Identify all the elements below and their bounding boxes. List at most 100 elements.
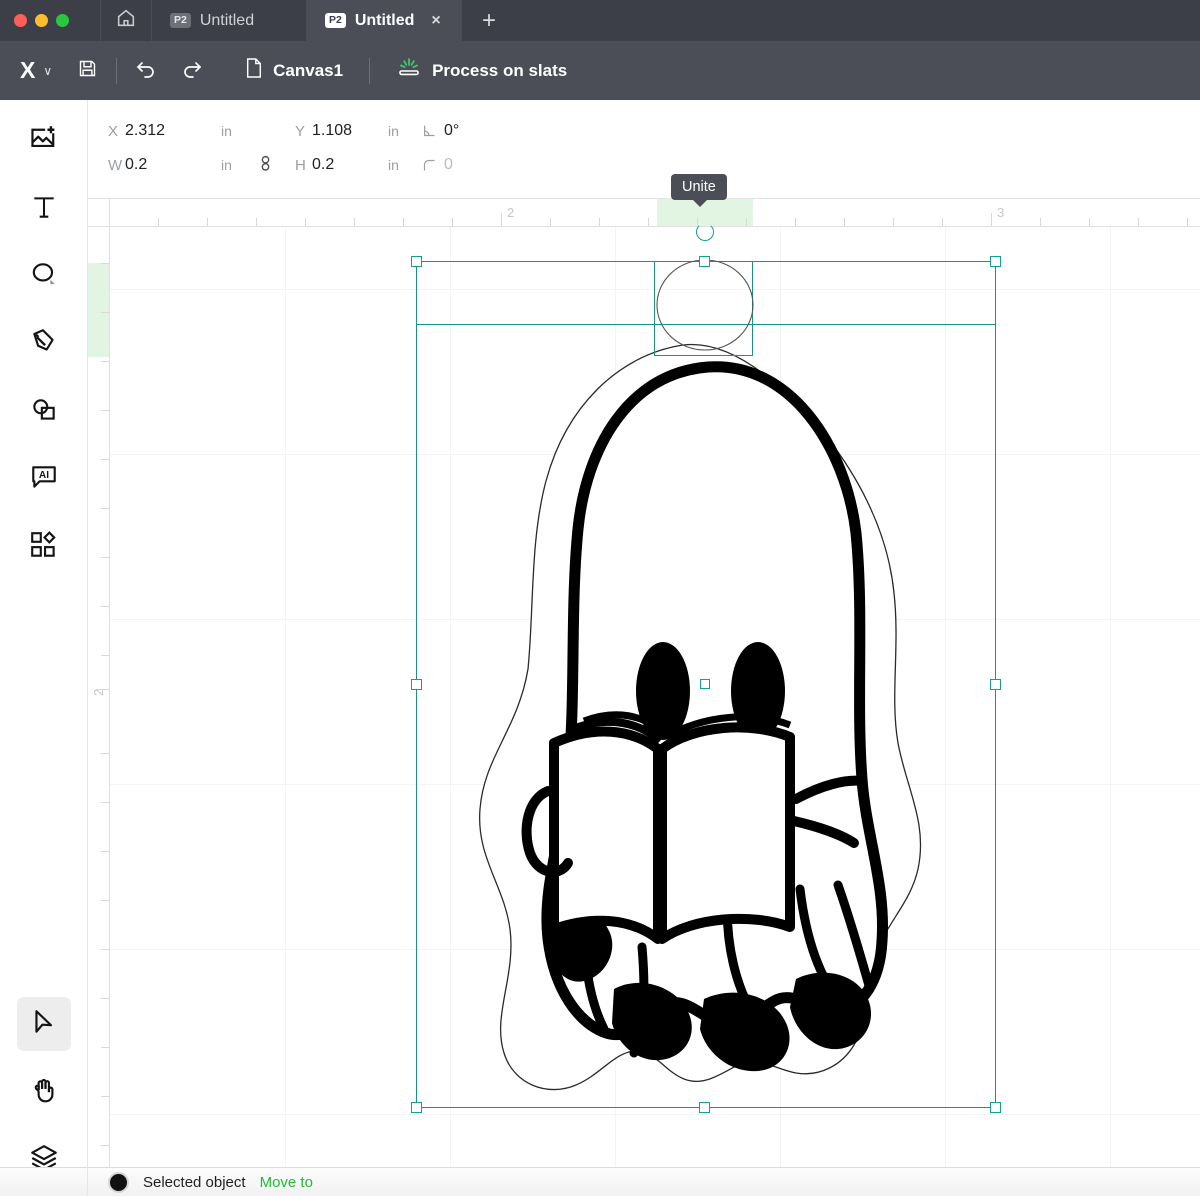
resize-handle-s[interactable] xyxy=(699,1102,710,1113)
chevron-down-icon: ∨ xyxy=(43,63,53,78)
center-anchor-handle[interactable] xyxy=(700,679,710,689)
document-icon xyxy=(245,57,263,84)
resize-handle-n[interactable] xyxy=(699,256,710,267)
w-label: W xyxy=(108,156,123,174)
resize-handle-se[interactable] xyxy=(990,1102,1001,1113)
rotate-handle-icon[interactable] xyxy=(696,223,714,241)
text-icon xyxy=(30,193,58,226)
application-window: P2 Untitled P2 Untitled × + X ∨ Canvas1 … xyxy=(0,0,1200,1196)
properties-toolbar: X 2.312 in Y 1.108 in 0° W 0.2 in H 0.2 … xyxy=(0,100,1200,278)
horizontal-ruler[interactable]: 2 3 xyxy=(88,199,1200,227)
h-label: H xyxy=(295,156,306,174)
library-icon xyxy=(29,530,59,565)
svg-text:AI: AI xyxy=(39,470,49,481)
corner-radius-field[interactable]: 0 xyxy=(444,156,453,174)
grid-line xyxy=(285,227,286,1167)
resize-handle-sw[interactable] xyxy=(411,1102,422,1113)
grid-line xyxy=(1110,227,1111,1167)
size-row: W 0.2 in H 0.2 in 0 xyxy=(108,148,459,182)
undo-button[interactable] xyxy=(123,48,169,94)
rotation-field[interactable]: 0° xyxy=(444,122,459,140)
sidebar-item-pan[interactable] xyxy=(17,1065,71,1119)
canvas-selector[interactable]: Canvas1 xyxy=(231,57,357,84)
traffic-lights xyxy=(0,0,100,41)
ruler-highlight-v xyxy=(88,263,109,357)
process-on-slats-button[interactable]: Process on slats xyxy=(382,56,581,85)
sidebar-item-image[interactable] xyxy=(17,114,71,168)
redo-icon xyxy=(180,56,204,85)
sidebar-item-select[interactable] xyxy=(17,997,71,1051)
y-unit: in xyxy=(388,123,399,139)
w-unit: in xyxy=(221,157,232,173)
save-icon xyxy=(77,58,98,84)
ruler-label: 3 xyxy=(997,205,1005,220)
tab-title: Untitled xyxy=(199,11,255,29)
canvas-label: Canvas1 xyxy=(273,60,344,80)
x-unit: in xyxy=(221,123,232,139)
circle-shape-outline xyxy=(656,259,754,351)
new-tab-button[interactable]: + xyxy=(462,0,516,41)
process-label: Process on slats xyxy=(432,60,568,80)
window-tab-bar: P2 Untitled P2 Untitled × + xyxy=(0,0,1200,41)
close-icon[interactable]: × xyxy=(431,12,440,30)
h-unit: in xyxy=(388,157,399,173)
status-bar: Selected object Move to xyxy=(88,1167,1200,1196)
sidebar-item-boolean[interactable] xyxy=(17,385,71,439)
hand-icon xyxy=(30,1076,58,1109)
sidebar-item-pen[interactable] xyxy=(17,317,71,371)
ruler-label: 2 xyxy=(507,205,515,220)
link-lock-icon[interactable] xyxy=(259,155,295,176)
document-tab-1[interactable]: P2 Untitled xyxy=(152,0,307,41)
left-tool-rail: AI xyxy=(0,100,88,1196)
undo-icon xyxy=(134,56,158,85)
ellipse-icon xyxy=(29,259,59,294)
app-logo-icon: X xyxy=(20,57,35,83)
resize-handle-w[interactable] xyxy=(411,679,422,690)
app-logo-menu[interactable]: X ∨ xyxy=(0,41,64,100)
position-row: X 2.312 in Y 1.108 in 0° xyxy=(108,114,459,148)
laser-engrave-icon xyxy=(396,56,422,85)
x-field[interactable]: 2.312 xyxy=(125,122,221,140)
home-button[interactable] xyxy=(100,0,152,41)
x-label: X xyxy=(108,122,119,140)
y-label: Y xyxy=(295,122,306,140)
status-bar-left-pad xyxy=(0,1167,88,1196)
tab-badge: P2 xyxy=(170,13,191,28)
corner-radius-icon xyxy=(422,158,444,173)
toolbar-divider xyxy=(369,57,371,84)
app-toolbar: X ∨ Canvas1 Process on slats xyxy=(0,41,1200,100)
resize-handle-e[interactable] xyxy=(990,679,1001,690)
vertical-ruler[interactable]: 1 2 xyxy=(88,199,110,1167)
tab-title: Untitled xyxy=(354,11,415,29)
cursor-arrow-icon xyxy=(30,1008,58,1041)
minimize-window-button[interactable] xyxy=(35,14,48,27)
ruler-corner[interactable] xyxy=(88,199,110,227)
transform-fields: X 2.312 in Y 1.108 in 0° W 0.2 in H 0.2 … xyxy=(108,114,459,182)
resize-handle-ne[interactable] xyxy=(990,256,1001,267)
document-tab-2[interactable]: P2 Untitled × xyxy=(307,0,462,41)
h-field[interactable]: 0.2 xyxy=(312,156,388,174)
move-to-link[interactable]: Move to xyxy=(260,1174,313,1191)
selected-object-dot xyxy=(108,1171,129,1193)
sidebar-item-text[interactable] xyxy=(17,182,71,236)
status-text: Selected object xyxy=(143,1173,246,1191)
close-window-button[interactable] xyxy=(14,14,27,27)
sidebar-item-library[interactable] xyxy=(17,520,71,574)
resize-handle-nw[interactable] xyxy=(411,256,422,267)
home-icon xyxy=(115,7,137,34)
sidebar-item-ai[interactable]: AI xyxy=(17,452,71,506)
tab-badge: P2 xyxy=(325,13,346,28)
w-field[interactable]: 0.2 xyxy=(125,156,221,174)
maximize-window-button[interactable] xyxy=(56,14,69,27)
pen-icon xyxy=(29,327,59,362)
redo-button[interactable] xyxy=(169,48,215,94)
y-field[interactable]: 1.108 xyxy=(312,122,388,140)
canvas-area[interactable]: 2 3 1 2 xyxy=(88,199,1200,1167)
toolbar-divider xyxy=(116,57,118,84)
image-add-icon xyxy=(29,124,59,159)
save-button[interactable] xyxy=(64,48,110,94)
tooltip: Unite xyxy=(671,174,727,207)
shapes-icon xyxy=(29,395,59,430)
rotation-angle-icon xyxy=(422,123,444,139)
sidebar-item-shape[interactable] xyxy=(17,249,71,303)
